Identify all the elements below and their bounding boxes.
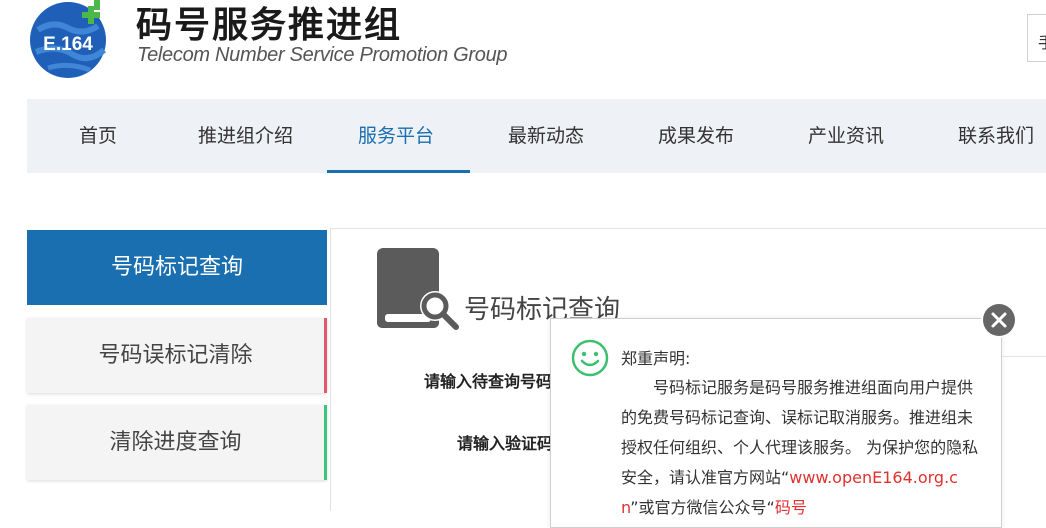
nav-item-results[interactable]: 成果发布 [658, 99, 734, 173]
sidebar-item-removal-progress[interactable]: 清除进度查询 [27, 405, 327, 480]
nav-item-contact[interactable]: 联系我们 [958, 99, 1034, 173]
smiley-icon [571, 339, 609, 377]
close-icon[interactable] [983, 304, 1015, 336]
header-button-label: 手 [1038, 29, 1046, 53]
nav-item-about[interactable]: 推进组介绍 [198, 99, 293, 173]
site-subtitle: Telecom Number Service Promotion Group [137, 44, 508, 66]
nav-item-service-platform[interactable]: 服务平台 [358, 99, 434, 173]
e164-logo[interactable]: E.164 [28, 0, 112, 80]
nav-item-news[interactable]: 最新动态 [508, 99, 584, 173]
sidebar-item-mis-mark-removal[interactable]: 号码误标记清除 [27, 318, 327, 393]
main-nav: 首页 推进组介绍 服务平台 最新动态 成果发布 产业资讯 联系我们 [27, 99, 1046, 173]
content-left-divider [330, 228, 331, 511]
captcha-label: 请输入验证码 [457, 434, 554, 453]
official-wechat-link[interactable]: 码号 [775, 498, 807, 517]
logo-text: E.164 [43, 34, 93, 55]
notice-popup: 郑重声明: 号码标记服务是码号服务推进组面向用户提供的免费号码标记查询、误标记取… [550, 318, 1002, 528]
phone-number-label: 请输入待查询号码 [424, 372, 553, 391]
nav-active-indicator [327, 170, 470, 173]
notice-text-2: ”或官方微信公众号“ [630, 498, 775, 517]
header-right-button[interactable]: 手 [1027, 14, 1046, 62]
notice-body: 号码标记服务是码号服务推进组面向用户提供的免费号码标记查询、误标记取消服务。推进… [621, 373, 983, 523]
sidebar-item-number-mark-query[interactable]: 号码标记查询 [27, 230, 327, 305]
site-title: 码号服务推进组 [136, 5, 403, 46]
nav-item-home[interactable]: 首页 [79, 99, 117, 173]
notice-title: 郑重声明: [621, 349, 691, 368]
book-search-icon [377, 248, 459, 330]
nav-item-industry[interactable]: 产业资讯 [808, 99, 884, 173]
content-divider [1003, 356, 1046, 357]
content-top-divider [330, 228, 1046, 229]
